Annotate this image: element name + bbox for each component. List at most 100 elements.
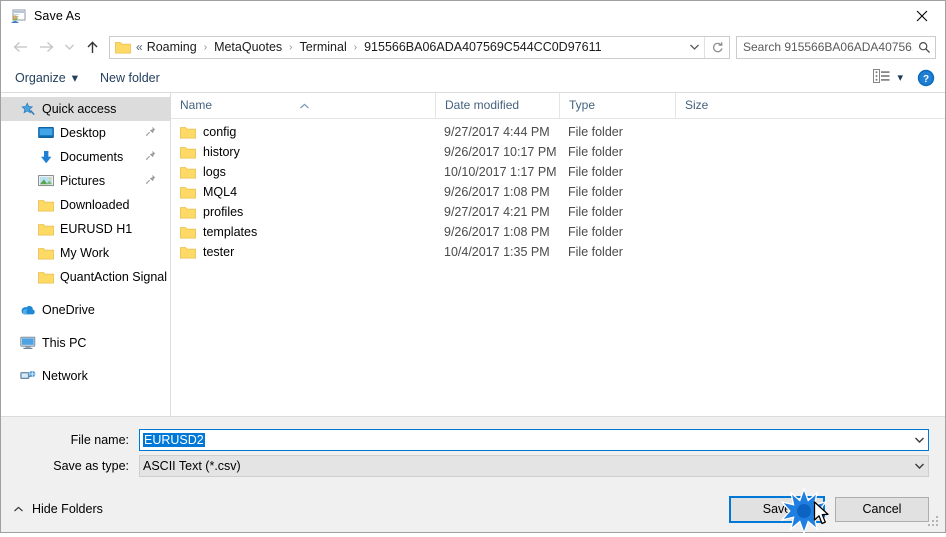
resize-grip-icon[interactable]	[928, 516, 941, 529]
column-header-date-modified[interactable]: Date modified	[435, 93, 559, 118]
file-name-dropdown-button[interactable]	[910, 436, 928, 444]
title-bar: Save As	[1, 1, 945, 31]
file-name-label: config	[203, 125, 237, 139]
column-header-size[interactable]: Size	[675, 93, 757, 118]
organize-button[interactable]: Organize ▾	[15, 70, 79, 86]
table-row[interactable]: tester 10/4/2017 1:35 PM File folder	[171, 242, 945, 262]
file-type-cell: File folder	[568, 205, 623, 219]
desktop-icon	[38, 125, 54, 141]
breadcrumb-item-terminal[interactable]: Terminal	[298, 40, 349, 54]
breadcrumb-item-roaming[interactable]: Roaming	[145, 40, 199, 54]
forward-button[interactable]	[33, 35, 59, 59]
file-name-input[interactable]: EURUSD2	[139, 429, 929, 451]
sidebar-item-downloaded[interactable]: Downloaded	[1, 193, 170, 217]
sidebar-item-pictures[interactable]: Pictures	[1, 169, 170, 193]
folder-icon	[180, 185, 196, 199]
sidebar-item-network[interactable]: Network	[1, 364, 170, 388]
sidebar-item-label: Network	[42, 369, 88, 383]
cancel-button[interactable]: Cancel	[835, 496, 929, 522]
svg-text:?: ?	[923, 74, 929, 85]
table-row[interactable]: logs 10/10/2017 1:17 PM File folder	[171, 162, 945, 182]
sidebar-item-label: This PC	[42, 336, 87, 350]
sidebar-item-this-pc[interactable]: This PC	[1, 331, 170, 355]
table-row[interactable]: profiles 9/27/2017 4:21 PM File folder	[171, 202, 945, 222]
recent-locations-button[interactable]	[59, 35, 79, 59]
file-name-label: File name:	[70, 433, 129, 447]
documents-download-icon	[38, 149, 54, 165]
save-as-type-select[interactable]: ASCII Text (*.csv)	[139, 455, 929, 477]
star-pin-icon	[20, 101, 36, 117]
sidebar-item-desktop[interactable]: Desktop	[1, 121, 170, 145]
pin-icon[interactable]	[145, 126, 156, 140]
footer-buttons: Save Cancel	[729, 495, 929, 523]
file-name-row: File name: EURUSD2	[17, 429, 929, 451]
change-view-button[interactable]: ▾	[873, 69, 903, 86]
table-row[interactable]: MQL4 9/26/2017 1:08 PM File folder	[171, 182, 945, 202]
cancel-button-label: Cancel	[862, 502, 902, 516]
save-as-type-dropdown-button[interactable]	[910, 462, 928, 470]
dialog-footer: Hide Folders Save Cancel	[1, 486, 945, 532]
file-name-cell: logs	[171, 165, 435, 179]
table-row[interactable]: config 9/27/2017 4:44 PM File folder	[171, 122, 945, 142]
chevron-right-icon: ›	[353, 41, 358, 53]
up-button[interactable]	[79, 35, 105, 59]
file-date-cell: 10/10/2017 1:17 PM	[444, 165, 557, 179]
sidebar-item-label: QuantAction Signal	[60, 270, 168, 284]
breadcrumb[interactable]: « Roaming › MetaQuotes › Terminal › 9155…	[109, 35, 730, 59]
chevron-down-icon	[914, 463, 924, 469]
help-button[interactable]: ?	[917, 69, 935, 87]
address-bar-row: « Roaming › MetaQuotes › Terminal › 9155…	[1, 31, 945, 63]
file-name-label: history	[203, 145, 240, 159]
sidebar-item-eurusd-h1[interactable]: EURUSD H1	[1, 217, 170, 241]
folder-icon	[180, 145, 196, 159]
back-button[interactable]	[7, 35, 33, 59]
sidebar-item-quick-access[interactable]: Quick access	[1, 97, 170, 121]
file-date-cell: 9/26/2017 1:08 PM	[444, 185, 550, 199]
file-name-selected-text: EURUSD2	[143, 433, 205, 447]
sidebar-item-label: Documents	[60, 150, 124, 164]
chevron-down-icon: ▾	[71, 71, 79, 85]
sidebar-item-label: Desktop	[60, 126, 106, 140]
sidebar-item-documents[interactable]: Documents	[1, 145, 170, 169]
file-rows: config 9/27/2017 4:44 PM File folder his…	[171, 119, 945, 416]
sidebar-item-onedrive[interactable]: OneDrive	[1, 298, 170, 322]
chevron-up-icon	[13, 502, 24, 516]
file-type-cell: File folder	[568, 145, 623, 159]
sidebar-item-quantaction-signal[interactable]: QuantAction Signal	[1, 265, 170, 289]
folder-icon	[38, 197, 54, 213]
sidebar-item-label: Downloaded	[60, 198, 130, 212]
pin-icon[interactable]	[145, 150, 156, 164]
search-box[interactable]: Search 915566BA06ADA40756...	[736, 35, 936, 59]
search-input[interactable]: Search 915566BA06ADA40756...	[737, 40, 913, 54]
hide-folders-button[interactable]: Hide Folders	[13, 502, 103, 516]
refresh-button[interactable]	[704, 36, 729, 58]
breadcrumb-item-metaquotes[interactable]: MetaQuotes	[212, 40, 284, 54]
view-list-icon	[873, 69, 890, 86]
table-row[interactable]: history 9/26/2017 10:17 PM File folder	[171, 142, 945, 162]
file-type-cell: File folder	[568, 165, 623, 179]
table-row[interactable]: templates 9/26/2017 1:08 PM File folder	[171, 222, 945, 242]
network-icon	[20, 368, 36, 384]
breadcrumb-dropdown-button[interactable]	[684, 37, 704, 58]
arrow-up-icon	[86, 40, 98, 53]
column-header-label: Name	[180, 98, 213, 112]
organize-label: Organize	[15, 70, 66, 85]
file-date-cell: 9/26/2017 10:17 PM	[444, 145, 557, 159]
column-header-type[interactable]: Type	[559, 93, 675, 118]
save-as-type-label: Save as type:	[53, 459, 129, 473]
file-type-cell: File folder	[568, 125, 623, 139]
pin-icon[interactable]	[145, 174, 156, 188]
file-date-cell: 9/27/2017 4:21 PM	[444, 205, 550, 219]
chevron-down-icon	[64, 44, 74, 50]
column-header-name[interactable]: Name	[171, 93, 435, 118]
save-button[interactable]: Save	[729, 495, 825, 523]
close-button[interactable]	[899, 1, 945, 31]
file-name-value[interactable]: EURUSD2	[140, 433, 910, 447]
folder-icon	[180, 225, 196, 239]
new-folder-button[interactable]: New folder	[100, 71, 160, 85]
sidebar-item-my-work[interactable]: My Work	[1, 241, 170, 265]
column-header-row: Name Date modified Type Size	[171, 93, 945, 119]
breadcrumb-item-instance[interactable]: 915566BA06ADA407569C544CC0D97611	[362, 40, 603, 54]
